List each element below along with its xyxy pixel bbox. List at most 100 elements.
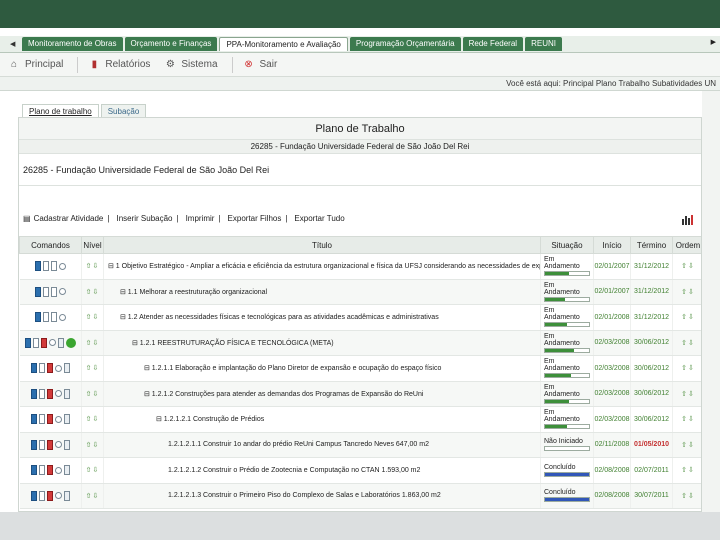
table-row[interactable]: ⇧⇩ ⊟ 1.2.1.1 Elaboração e implantação do … — [19, 355, 701, 382]
level-arrows-icon[interactable]: ⇧⇩ — [81, 381, 104, 407]
search-icon[interactable] — [54, 441, 62, 449]
delete-icon[interactable] — [46, 414, 53, 425]
document-icon[interactable] — [50, 261, 57, 272]
delete-icon[interactable] — [46, 490, 53, 501]
search-icon[interactable] — [54, 364, 62, 372]
delete-icon[interactable] — [46, 388, 53, 399]
task-title[interactable]: ⊟ 1.2.1.2 Construções para atender as de… — [103, 381, 541, 407]
document-icon[interactable] — [38, 490, 45, 501]
table-row[interactable]: ⇧⇩ 1.2.1.2.1.2 Construir o Prédio de Zoot… — [19, 457, 701, 484]
edit-icon[interactable] — [34, 261, 41, 272]
edit-icon[interactable] — [30, 388, 37, 399]
document-icon[interactable] — [38, 363, 45, 374]
table-row[interactable]: ⇧⇩ 1.2.1.2.1.3 Construir o Primeiro Piso … — [19, 483, 701, 509]
task-title[interactable]: 1.2.1.2.1.2 Construir o Prédio de Zootec… — [103, 457, 541, 484]
column-header[interactable]: Término — [630, 236, 673, 254]
column-header[interactable]: Nível — [81, 236, 104, 254]
action-link[interactable]: Inserir Subação — [116, 214, 172, 223]
document-icon[interactable] — [50, 312, 57, 323]
task-title[interactable]: ⊟ 1.2 Atender as necessidades físicas e … — [103, 304, 541, 331]
document-icon[interactable] — [38, 465, 45, 476]
order-arrows-icon[interactable]: ⇧⇩ — [672, 406, 701, 433]
delete-icon[interactable] — [46, 465, 53, 476]
document-icon[interactable] — [42, 286, 49, 297]
edit-icon[interactable] — [30, 465, 37, 476]
search-icon[interactable] — [54, 492, 62, 500]
page-tab[interactable]: Subação — [100, 104, 147, 118]
edit-icon[interactable] — [24, 337, 31, 348]
scroll-left-icon[interactable]: ◀ — [10, 40, 22, 48]
clipboard-icon[interactable] — [63, 465, 70, 476]
search-icon[interactable] — [58, 262, 66, 270]
order-arrows-icon[interactable]: ⇧⇩ — [672, 304, 701, 331]
module-tab[interactable]: REUNI — [525, 37, 562, 51]
scroll-right-icon[interactable]: ▶ — [711, 38, 716, 46]
table-row[interactable]: ⇧⇩ ⊟ 1.2.1 REESTRUTURAÇÃO FÍSICA E TECNOL… — [19, 330, 701, 356]
edit-icon[interactable] — [34, 312, 41, 323]
principal-button[interactable]: ⌂ Principal — [8, 59, 63, 71]
search-icon[interactable] — [58, 313, 66, 321]
task-title[interactable]: ⊟ 1.1 Melhorar a reestruturação organiza… — [103, 279, 541, 305]
level-arrows-icon[interactable]: ⇧⇩ — [81, 304, 104, 331]
order-arrows-icon[interactable]: ⇧⇩ — [672, 279, 701, 305]
clipboard-icon[interactable] — [63, 490, 70, 501]
table-row[interactable]: ⇧⇩ 1.2.1.2.1.1 Construir 1o andar do préd… — [19, 432, 701, 458]
task-title[interactable]: ⊟ 1 Objetivo Estratégico - Ampliar a efi… — [103, 253, 541, 280]
module-tab[interactable]: PPA-Monitoramento e Avaliação — [219, 37, 348, 51]
task-title[interactable]: ⊟ 1.2.1.1 Elaboração e implantação do Pl… — [103, 355, 541, 382]
column-header[interactable]: Situação — [540, 236, 594, 254]
clipboard-icon[interactable] — [63, 439, 70, 450]
search-icon[interactable] — [58, 288, 66, 296]
edit-icon[interactable] — [30, 439, 37, 450]
table-row[interactable]: ⇧⇩ ⊟ 1.1 Melhorar a reestruturação organi… — [19, 279, 701, 305]
sair-button[interactable]: ⊗ Sair — [243, 59, 277, 71]
page-tab[interactable]: Plano de trabalho — [22, 104, 99, 118]
document-icon[interactable] — [50, 286, 57, 297]
document-icon[interactable] — [38, 414, 45, 425]
document-icon[interactable] — [42, 312, 49, 323]
action-link[interactable]: Imprimir — [186, 214, 215, 223]
edit-icon[interactable] — [30, 363, 37, 374]
search-icon[interactable] — [54, 390, 62, 398]
edit-icon[interactable] — [34, 286, 41, 297]
clipboard-icon[interactable] — [63, 388, 70, 399]
task-title[interactable]: ⊟ 1.2.1 REESTRUTURAÇÃO FÍSICA E TECNOLÓG… — [103, 330, 541, 356]
task-title[interactable]: 1.2.1.2.1.3 Construir o Primeiro Piso do… — [103, 483, 541, 509]
module-tab[interactable]: Monitoramento de Obras — [22, 37, 123, 51]
document-icon[interactable] — [32, 337, 39, 348]
clipboard-icon[interactable] — [63, 414, 70, 425]
column-header[interactable]: Título — [103, 236, 541, 254]
level-arrows-icon[interactable]: ⇧⇩ — [81, 432, 104, 458]
delete-icon[interactable] — [46, 439, 53, 450]
column-header[interactable]: Comandos — [19, 236, 82, 254]
delete-icon[interactable] — [40, 337, 47, 348]
edit-icon[interactable] — [30, 490, 37, 501]
task-title[interactable]: 1.2.1.2.1.1 Construir 1o andar do prédio… — [103, 432, 541, 458]
search-icon[interactable] — [54, 466, 62, 474]
level-arrows-icon[interactable]: ⇧⇩ — [81, 457, 104, 484]
table-row[interactable]: ⇧⇩ ⊟ 1.2.1.2.1 Construção de Prédios Em An… — [19, 406, 701, 433]
level-arrows-icon[interactable]: ⇧⇩ — [81, 483, 104, 509]
action-link[interactable]: Exportar Filhos — [228, 214, 282, 223]
order-arrows-icon[interactable]: ⇧⇩ — [672, 330, 701, 356]
document-icon[interactable] — [38, 439, 45, 450]
order-arrows-icon[interactable]: ⇧⇩ — [672, 432, 701, 458]
sistema-button[interactable]: ⚙ Sistema — [164, 59, 218, 71]
order-arrows-icon[interactable]: ⇧⇩ — [672, 457, 701, 484]
level-arrows-icon[interactable]: ⇧⇩ — [81, 406, 104, 433]
module-tab[interactable]: Programação Orçamentária — [349, 37, 461, 51]
action-link[interactable]: Exportar Tudo — [294, 214, 344, 223]
order-arrows-icon[interactable]: ⇧⇩ — [672, 253, 701, 280]
action-link[interactable]: Cadastrar Atividade — [34, 214, 104, 223]
chart-icon[interactable] — [681, 214, 695, 226]
clipboard-icon[interactable] — [63, 363, 70, 374]
order-arrows-icon[interactable]: ⇧⇩ — [672, 483, 701, 509]
clipboard-icon[interactable] — [57, 337, 64, 348]
module-tab[interactable]: Orçamento e Finanças — [124, 37, 218, 51]
table-row[interactable]: ⇧⇩ ⊟ 1.2 Atender as necessidades físicas … — [19, 304, 701, 331]
order-arrows-icon[interactable]: ⇧⇩ — [672, 381, 701, 407]
document-icon[interactable] — [38, 388, 45, 399]
level-arrows-icon[interactable]: ⇧⇩ — [81, 279, 104, 305]
check-icon[interactable] — [65, 337, 76, 348]
order-arrows-icon[interactable]: ⇧⇩ — [672, 355, 701, 382]
